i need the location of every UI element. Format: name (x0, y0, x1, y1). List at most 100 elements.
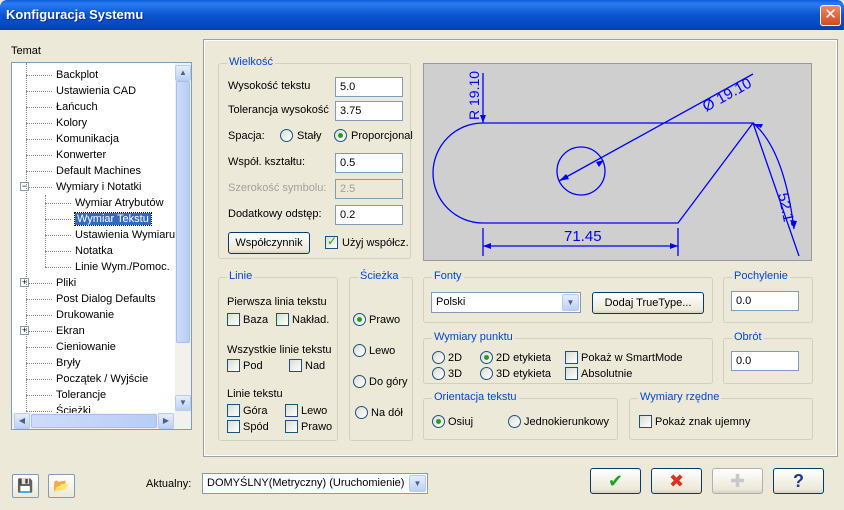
pokaz-znak-checkbox[interactable] (639, 415, 652, 428)
wp-3d-etykieta-radio[interactable] (480, 367, 493, 380)
osiuj-radio[interactable] (432, 415, 445, 428)
sciezka-do-gory-radio[interactable] (353, 375, 366, 388)
spod-checkbox[interactable] (227, 420, 240, 433)
scroll-down-button[interactable]: ▼ (175, 395, 191, 411)
jednokierunkowy-radio[interactable] (508, 415, 521, 428)
aktualny-select[interactable]: DOMYŚLNY(Metryczny) (Uruchomienie) ▼ (202, 473, 428, 494)
open-config-button[interactable]: 📂 (48, 474, 75, 498)
tree-item-label: Wymiar Atrybutów (75, 197, 164, 209)
dodaj-truetype-button[interactable]: Dodaj TrueType... (592, 292, 704, 314)
font-select[interactable]: Polski ▼ (431, 292, 581, 313)
wp-3d-radio[interactable] (432, 367, 445, 380)
chevron-down-icon[interactable]: ▼ (562, 294, 579, 311)
tree-item[interactable]: Linie Wym./Pomoc. (75, 259, 170, 275)
tree-item[interactable]: Łańcuch (56, 99, 98, 115)
tree-connector (26, 75, 52, 76)
wspolczynnik-button[interactable]: Współczynnik (228, 232, 310, 254)
osiuj-label: Osiuj (448, 416, 474, 428)
tree-item[interactable]: Konwerter (56, 147, 106, 163)
scroll-thumb[interactable] (176, 81, 190, 343)
tree-vertical-scrollbar[interactable]: ▲ ▼ (175, 63, 191, 429)
wielkosc-title: Wielkość (227, 56, 276, 68)
tree-item-label: Początek / Wyjście (56, 373, 149, 385)
tree-item[interactable]: Cieniowanie (56, 339, 116, 355)
tree-item[interactable]: Drukowanie (56, 307, 114, 323)
spacja-proporcjonal-radio[interactable] (334, 129, 347, 142)
uzyj-wspolcz-checkbox[interactable] (325, 234, 338, 249)
tree-item[interactable]: Wymiary i Notatki (56, 179, 141, 195)
tree-item[interactable]: Ustawienia Wymiaru (75, 227, 175, 243)
wspol-label: Współ. kształtu: (228, 156, 306, 168)
tree-item[interactable]: Ustawienia CAD (56, 83, 136, 99)
linie-tekstu-label: Linie tekstu (227, 388, 283, 400)
pod-checkbox[interactable] (227, 359, 240, 372)
collapse-icon[interactable]: − (20, 182, 29, 191)
nakladka-checkbox[interactable] (276, 313, 289, 326)
tree-item[interactable]: Ekran (56, 323, 85, 339)
szerokosc-label: Szerokość symbolu: (228, 182, 327, 194)
lewo-label: Lewo (301, 405, 328, 417)
pokaz-smartmode-checkbox[interactable] (565, 351, 578, 364)
baza-checkbox[interactable] (227, 313, 240, 326)
scroll-right-button[interactable]: ▶ (158, 413, 174, 429)
spacja-staly-radio[interactable] (280, 129, 293, 142)
nad-checkbox[interactable] (289, 359, 302, 372)
tree-item-label: Backplot (56, 69, 99, 81)
lewo-checkbox[interactable] (285, 404, 298, 417)
pochylenie-input[interactable]: 0.0 (731, 291, 799, 311)
tolerancja-label: Tolerancja wysokość (228, 104, 329, 116)
sciezka-na-dol-radio[interactable] (355, 406, 368, 419)
tree-item[interactable]: Default Machines (56, 163, 141, 179)
linie-group: Linie Pierwsza linia tekstu Baza Nakład.… (218, 270, 338, 441)
sciezka-lewo-radio[interactable] (353, 344, 366, 357)
tree-horizontal-scrollbar[interactable]: ◀ ▶ (12, 413, 175, 429)
tree-sub-trunk (45, 195, 46, 267)
sciezka-lewo-label: Lewo (369, 345, 396, 357)
topic-tree[interactable]: Backplot Ustawienia CAD Łańcuch Kolory Komun… (11, 62, 192, 430)
wp-2d-radio[interactable] (432, 351, 445, 364)
tree-item-label: Kolory (56, 117, 88, 129)
help-button[interactable]: ? (773, 468, 824, 494)
wspol-input[interactable]: 0.5 (335, 153, 403, 173)
prawo-checkbox[interactable] (285, 420, 298, 433)
baza-label: Baza (243, 314, 269, 326)
close-button[interactable]: ✕ (820, 5, 841, 26)
ok-button[interactable]: ✔ (590, 468, 641, 494)
tree-item[interactable]: Wymiar Tekstu (74, 211, 152, 227)
tree-item[interactable]: Backplot (56, 67, 98, 83)
obrot-input[interactable]: 0.0 (731, 351, 799, 371)
scroll-left-button[interactable]: ◀ (14, 413, 30, 429)
tree-item[interactable]: Komunikacja (56, 131, 119, 147)
tree-item-label: Default Machines (56, 165, 141, 177)
tree-item[interactable]: Kolory (56, 115, 87, 131)
tolerancja-input[interactable]: 3.75 (335, 101, 403, 121)
cancel-button[interactable]: ✖ (651, 468, 702, 494)
gora-checkbox[interactable] (227, 404, 240, 417)
absolutnie-checkbox[interactable] (565, 367, 578, 380)
wysokosc-input[interactable]: 5.0 (335, 77, 403, 97)
sciezka-do-gory-label: Do góry (369, 376, 408, 388)
tree-item[interactable]: Bryły (56, 355, 80, 371)
dodatkowy-input[interactable]: 0.2 (335, 205, 403, 225)
tree-item[interactable]: Notatka (75, 243, 113, 259)
tree-item[interactable]: Post Dialog Defaults (56, 291, 156, 307)
scroll-up-button[interactable]: ▲ (175, 65, 191, 81)
tree-item[interactable]: Tolerancje (56, 387, 106, 403)
chevron-down-icon[interactable]: ▼ (409, 475, 426, 492)
wymiary-rzedne-title: Wymiary rzędne (638, 391, 722, 403)
help-icon: ? (793, 471, 804, 491)
expand-icon[interactable]: + (20, 326, 29, 335)
font-select-value: Polski (436, 296, 466, 308)
expand-icon[interactable]: + (20, 278, 29, 287)
tree-item[interactable]: Początek / Wyjście (56, 371, 148, 387)
sciezka-prawo-radio[interactable] (353, 313, 366, 326)
tree-item[interactable]: Wymiar Atrybutów (75, 195, 164, 211)
tree-item-label: Komunikacja (56, 133, 119, 145)
tree-item-label: Ustawienia CAD (56, 85, 137, 97)
scroll-h-thumb[interactable] (31, 414, 157, 428)
save-config-button[interactable]: 💾 (12, 474, 39, 498)
wp-2d-etykieta-radio[interactable] (480, 351, 493, 364)
tree-item[interactable]: Pliki (56, 275, 76, 291)
prawo-label: Prawo (301, 421, 333, 433)
tree-item-label: Wymiary i Notatki (56, 181, 142, 193)
